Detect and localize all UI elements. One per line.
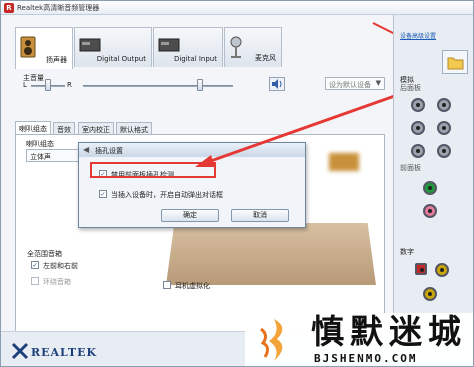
ok-button[interactable]: 确定	[161, 209, 219, 222]
folder-icon	[447, 57, 464, 70]
balance-right-label: R	[67, 81, 72, 89]
digital-coax-jack-1[interactable]	[435, 263, 449, 277]
front-panel-label: 前面板	[400, 164, 421, 172]
rear-jack-gray-5[interactable]	[411, 144, 425, 158]
watermark-logo-icon	[260, 319, 283, 361]
front-lr-checkbox[interactable]: ✓	[31, 261, 39, 269]
rear-jack-gray-2[interactable]	[437, 98, 451, 112]
tab-speakers-label: 扬声器	[46, 56, 67, 64]
tab-digital-output[interactable]: Digital Output	[74, 27, 152, 67]
rear-jack-gray-4[interactable]	[437, 121, 451, 135]
connector-settings-button[interactable]	[442, 50, 468, 74]
full-range-heading: 全范围音箱	[27, 250, 62, 258]
subtab-default-format[interactable]: 默认格式	[116, 122, 152, 134]
watermark-url: BJSHENMO.COM	[314, 352, 418, 365]
tab-microphone-label: 麦克风	[255, 54, 276, 62]
digital-optical-jack[interactable]	[415, 263, 427, 275]
subtab-effects[interactable]: 音效	[53, 122, 75, 134]
tab-microphone[interactable]: 麦克风	[224, 27, 282, 67]
auto-popup-checkbox[interactable]: ✓	[99, 190, 107, 198]
rear-jack-gray-3[interactable]	[411, 121, 425, 135]
front-jack-pink[interactable]	[423, 204, 437, 218]
auto-popup-label: 当插入设备时，开启自动弹出对话框	[111, 191, 223, 199]
digital-coax-jack-2[interactable]	[423, 287, 437, 301]
speaker-config-label: 喇叭组态	[26, 140, 54, 148]
surround-checkbox[interactable]	[31, 277, 39, 285]
speaker-config-value: 立体声	[30, 153, 51, 161]
tab-digital-input-label: Digital Input	[173, 55, 217, 63]
audio-manager-window: R Realtek高清晰音频管理器 扬声器 Digital Output Dig…	[0, 0, 474, 367]
dialog-title: 插孔设置	[95, 147, 123, 155]
rear-jack-gray-6[interactable]	[437, 144, 451, 158]
speaker-icon: ◀	[83, 145, 90, 154]
subtab-speaker-config[interactable]: 喇叭组态	[15, 121, 51, 134]
cancel-button[interactable]: 取消	[231, 209, 289, 222]
front-lr-label: 左前和右前	[43, 262, 78, 270]
realtek-app-icon: R	[4, 3, 14, 13]
tab-speakers[interactable]: 扬声器	[15, 27, 73, 69]
title-bar: R Realtek高清晰音频管理器	[1, 1, 473, 15]
digital-label: 数字	[400, 248, 414, 256]
virtualization-checkbox[interactable]	[163, 281, 171, 289]
rear-jack-gray-1[interactable]	[411, 98, 425, 112]
subtab-room-correction[interactable]: 室内校正	[78, 122, 114, 134]
balance-slider[interactable]	[45, 79, 51, 91]
balance-left-label: L	[23, 81, 27, 89]
tab-digital-output-label: Digital Output	[96, 55, 146, 63]
room-floor-graphic	[166, 223, 376, 285]
device-advanced-settings-link[interactable]: 设备高级设置	[400, 31, 470, 40]
front-jack-green[interactable]	[423, 181, 437, 195]
digital-output-icon	[79, 38, 101, 52]
tab-digital-input[interactable]: Digital Input	[153, 27, 223, 67]
digital-input-icon	[158, 38, 180, 52]
window-title: Realtek高清晰音频管理器	[17, 4, 100, 12]
realtek-brand: REALTEK	[31, 346, 98, 359]
rear-panel-label: 后面板	[400, 84, 421, 92]
realtek-logo-icon	[11, 342, 29, 360]
surround-label: 环绕音箱	[43, 278, 71, 286]
watermark-title: 慎默迷城	[311, 312, 467, 351]
virtualization-label: 耳机虚拟化	[175, 282, 210, 290]
watermark-overlay: 慎默迷城 BJSHENMO.COM	[245, 312, 473, 366]
